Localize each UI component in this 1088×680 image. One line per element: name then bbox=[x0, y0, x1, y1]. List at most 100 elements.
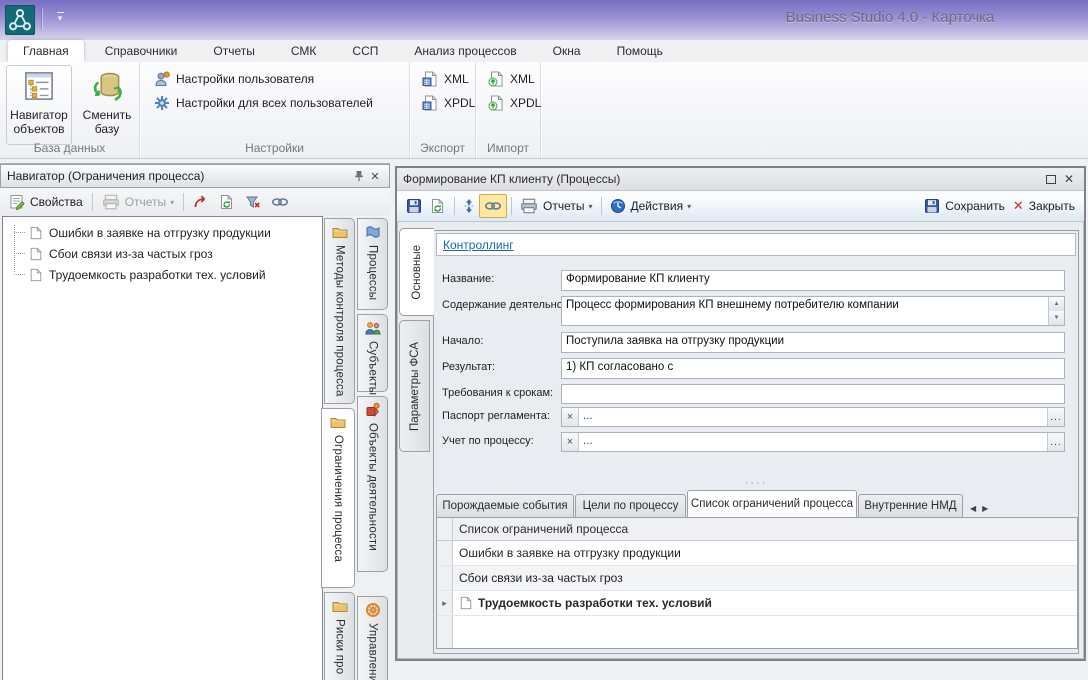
row-selector[interactable] bbox=[437, 541, 453, 565]
ribbon-tab-windows[interactable]: Окна bbox=[538, 40, 596, 62]
card-reports-button[interactable]: Отчеты ▾ bbox=[516, 195, 597, 217]
window-title: Business Studio 4.0 - Карточка bbox=[700, 9, 1080, 26]
nav-reports-button[interactable]: Отчеты ▾ bbox=[97, 192, 180, 212]
passport-picker[interactable]: × ... ... bbox=[561, 407, 1065, 427]
grid-cell: Сбои связи из-за частых гроз bbox=[453, 566, 1077, 590]
scroll-icon bbox=[365, 224, 381, 240]
actions-button[interactable]: Действия ▾ bbox=[606, 195, 696, 217]
activity-textarea[interactable]: Процесс формирования КП внешнему потреби… bbox=[561, 296, 1065, 326]
name-input[interactable]: Формирование КП клиенту bbox=[561, 270, 1065, 291]
all-users-settings-button[interactable]: Настройки для всех пользователей bbox=[148, 91, 409, 115]
category-tab-activity-objects[interactable]: Объекты деятельности bbox=[357, 396, 388, 572]
object-navigator-button[interactable]: Навигатор объектов bbox=[6, 65, 72, 145]
clear-filter-button[interactable] bbox=[240, 192, 266, 212]
deadline-input[interactable] bbox=[561, 384, 1065, 404]
tab-restrictions-list[interactable]: Список ограничений процесса bbox=[687, 490, 857, 517]
tree-item[interactable]: Сбои связи из-за частых гроз bbox=[3, 243, 322, 264]
result-input[interactable]: 1) КП согласовано с bbox=[561, 358, 1065, 379]
gear-icon bbox=[154, 95, 170, 111]
clear-button[interactable]: × bbox=[562, 408, 579, 426]
ribbon-tab-help[interactable]: Помощь bbox=[602, 40, 678, 62]
spin-up-button[interactable]: ▲ bbox=[1049, 297, 1064, 311]
maximize-button[interactable] bbox=[1042, 171, 1060, 187]
export-xpdl-button[interactable]: XPDL bbox=[416, 91, 475, 115]
category-tab-control-methods[interactable]: Методы контроля процесса bbox=[324, 218, 355, 404]
import-xml-button[interactable]: XML bbox=[482, 67, 540, 91]
navigator-tree: Ошибки в заявке на отгрузку продукции Сб… bbox=[2, 216, 323, 680]
change-database-button[interactable]: Сменить базу bbox=[74, 65, 140, 145]
tab-internal-nmd[interactable]: Внутренние НМД bbox=[858, 494, 963, 517]
card-tab-main[interactable]: Основные bbox=[399, 228, 434, 316]
save-button[interactable]: Сохранить bbox=[920, 195, 1009, 217]
ribbon-tab-smk[interactable]: СМК bbox=[276, 40, 332, 62]
splitter-toggle-button[interactable] bbox=[459, 195, 479, 217]
card-tab-fsa-params[interactable]: Параметры ФСА bbox=[399, 320, 430, 452]
field-label: Результат: bbox=[442, 361, 495, 373]
browse-button[interactable]: ... bbox=[1047, 433, 1064, 451]
navigator-close-button[interactable]: ✕ bbox=[367, 168, 383, 184]
category-tab-label: Объекты деятельности bbox=[367, 423, 379, 551]
category-tab-process-risks[interactable]: Риски про bbox=[324, 592, 355, 680]
tab-process-goals[interactable]: Цели по процессу bbox=[575, 494, 686, 517]
category-tab-processes[interactable]: Процессы bbox=[357, 218, 388, 310]
link-button[interactable] bbox=[266, 192, 294, 212]
start-input[interactable]: Поступила заявка на отгрузку продукции bbox=[561, 332, 1065, 353]
chevron-down-icon: ▾ bbox=[170, 198, 174, 207]
card-content: Основные Параметры ФСА Контроллинг Назва… bbox=[397, 222, 1084, 661]
ribbon-tab-reports[interactable]: Отчеты bbox=[198, 40, 269, 62]
tree-item[interactable]: Трудоемкость разработки тех. условий bbox=[3, 264, 322, 285]
table-row[interactable]: Ошибки в заявке на отгрузку продукции bbox=[437, 541, 1077, 566]
grid-header-cell[interactable]: Список ограничений процесса bbox=[453, 518, 1077, 540]
toolbar-separator bbox=[601, 197, 602, 215]
grid-header-row: Список ограничений процесса bbox=[437, 518, 1077, 541]
spin-down-button[interactable]: ▼ bbox=[1049, 311, 1064, 325]
properties-button[interactable]: Свойства bbox=[4, 192, 88, 212]
go-to-button[interactable] bbox=[188, 192, 214, 212]
link-mode-button[interactable] bbox=[479, 194, 507, 218]
row-selector[interactable]: ▸ bbox=[437, 591, 453, 615]
tab-scroll-left-button[interactable]: ◀ bbox=[967, 504, 979, 513]
ribbon-tab-main[interactable]: Главная bbox=[8, 40, 84, 62]
pin-button[interactable] bbox=[351, 168, 367, 184]
category-tab-label: Управлени bbox=[367, 623, 379, 680]
category-tab-subjects[interactable]: Субъекты bbox=[357, 314, 388, 392]
current-row-marker-icon: ▸ bbox=[442, 598, 447, 609]
table-row[interactable]: Сбои связи из-за частых гроз bbox=[437, 566, 1077, 591]
toolbar-separator bbox=[92, 193, 93, 211]
browse-button[interactable]: ... bbox=[1047, 408, 1064, 426]
category-tab-management[interactable]: Управлени bbox=[357, 596, 388, 680]
refresh-card-button[interactable] bbox=[426, 195, 450, 217]
all-users-settings-label: Настройки для всех пользователей bbox=[176, 96, 373, 110]
user-settings-button[interactable]: Настройки пользователя bbox=[148, 67, 409, 91]
close-button[interactable]: ✕ Закрыть bbox=[1009, 195, 1079, 217]
table-row-selected[interactable]: ▸ Трудоемкость разработки тех. условий bbox=[437, 591, 1077, 616]
controlling-link[interactable]: Контроллинг bbox=[443, 238, 514, 252]
application-window: ▾ Business Studio 4.0 - Карточка Главная… bbox=[0, 0, 1088, 680]
document-icon bbox=[29, 268, 43, 282]
refresh-button[interactable] bbox=[214, 192, 240, 212]
toolbar-separator bbox=[454, 197, 455, 215]
import-xpdl-button[interactable]: XPDL bbox=[482, 91, 540, 115]
ribbon-group-settings: Настройки пользователя Настройки для все… bbox=[140, 62, 410, 158]
ribbon-tab-process-analysis[interactable]: Анализ процессов bbox=[399, 40, 531, 62]
export-xml-button[interactable]: XML bbox=[416, 67, 475, 91]
tab-scroll-right-button[interactable]: ▶ bbox=[979, 504, 991, 513]
app-logo-icon[interactable] bbox=[5, 5, 35, 35]
window-titlebar: ▾ Business Studio 4.0 - Карточка bbox=[0, 0, 1088, 40]
category-tab-label: Ограничения процесса bbox=[332, 435, 344, 562]
tab-generated-events[interactable]: Порождаемые события bbox=[436, 494, 574, 517]
accounting-picker[interactable]: × ... ... bbox=[561, 432, 1065, 452]
save-icon-button[interactable] bbox=[402, 195, 426, 217]
category-tab-process-restrictions[interactable]: Ограничения процесса bbox=[321, 408, 355, 588]
ribbon-tab-directories[interactable]: Справочники bbox=[90, 40, 193, 62]
export-document-icon bbox=[422, 71, 438, 87]
clear-button[interactable]: × bbox=[562, 433, 579, 451]
quick-access-dropdown[interactable]: ▾ bbox=[52, 12, 68, 26]
ribbon-tab-ssp[interactable]: ССП bbox=[337, 40, 393, 62]
tree-item[interactable]: Ошибки в заявке на отгрузку продукции bbox=[3, 222, 322, 243]
parent-link-bar: Контроллинг bbox=[436, 233, 1076, 256]
folder-icon bbox=[332, 598, 348, 614]
card-close-button[interactable]: ✕ bbox=[1060, 171, 1078, 187]
splitter-handle[interactable]: ···· bbox=[434, 477, 1078, 489]
row-selector[interactable] bbox=[437, 566, 453, 590]
